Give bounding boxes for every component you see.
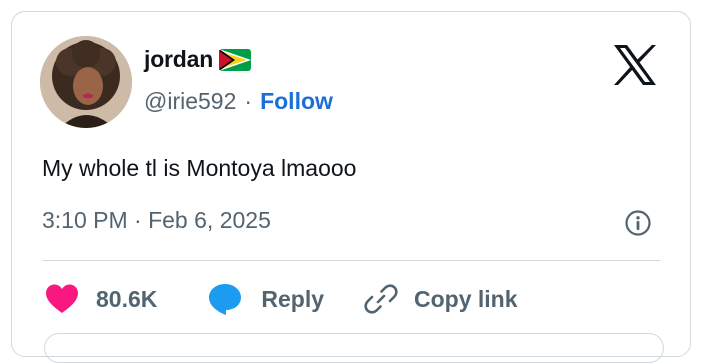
avatar-image bbox=[40, 36, 132, 128]
read-replies-button[interactable] bbox=[44, 333, 664, 363]
reply-label: Reply bbox=[261, 285, 325, 312]
post-text: My whole tl is Montoya lmaooo bbox=[42, 155, 357, 181]
copy-link-label: Copy link bbox=[414, 285, 518, 312]
post-timestamp[interactable]: 3:10 PM · Feb 6, 2025 bbox=[42, 207, 271, 234]
action-bar: 80.6K Reply Copy link bbox=[44, 282, 518, 316]
link-icon bbox=[364, 284, 398, 314]
info-icon[interactable] bbox=[624, 209, 652, 237]
like-button[interactable]: 80.6K bbox=[44, 283, 157, 315]
avatar[interactable] bbox=[40, 36, 132, 128]
divider bbox=[42, 260, 660, 261]
author-name[interactable]: jordan bbox=[144, 46, 213, 73]
separator-dot: · bbox=[244, 88, 253, 114]
x-logo-icon[interactable] bbox=[612, 44, 658, 86]
reply-bubble-icon bbox=[209, 284, 242, 315]
follow-button[interactable]: Follow bbox=[260, 88, 333, 115]
author-name-row: jordan bbox=[144, 46, 252, 73]
author-handle-row: @irie592 · Follow bbox=[144, 88, 333, 115]
heart-icon bbox=[46, 284, 78, 313]
guyana-flag-icon bbox=[219, 48, 252, 71]
author-handle[interactable]: @irie592 bbox=[144, 88, 236, 115]
reply-button[interactable]: Reply bbox=[207, 282, 324, 316]
like-count: 80.6K bbox=[96, 285, 158, 312]
copy-link-button[interactable]: Copy link bbox=[364, 282, 518, 316]
